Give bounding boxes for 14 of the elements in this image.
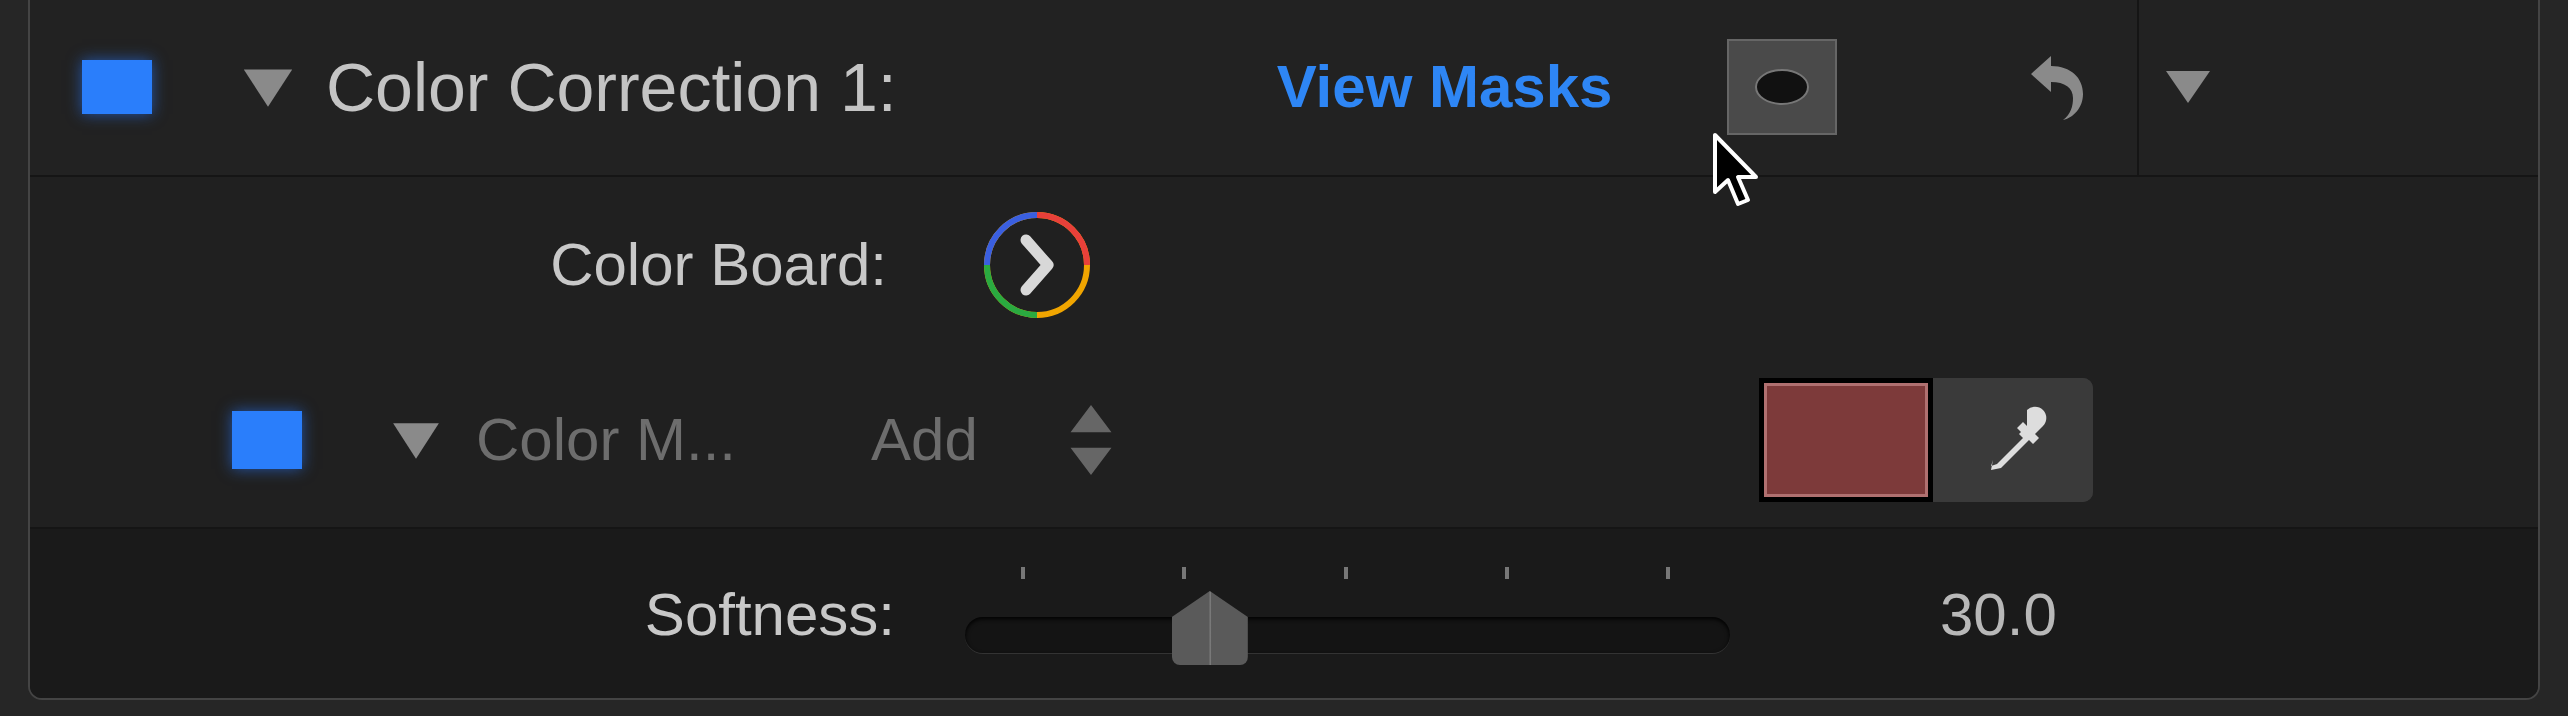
shape-mask-button[interactable] xyxy=(1727,38,1838,135)
color-swatch[interactable] xyxy=(1758,377,1933,502)
view-masks-link[interactable]: View Masks xyxy=(1276,52,1613,121)
blend-mode-popup[interactable]: Add xyxy=(871,405,978,474)
eyedropper-button[interactable] xyxy=(1932,377,2093,502)
section-title: Color Correction 1: xyxy=(326,47,897,126)
color-board-label: Color Board: xyxy=(549,230,887,299)
checkbox[interactable] xyxy=(82,59,152,114)
mask-name: Color M... xyxy=(476,405,737,474)
softness-value: 30.0 xyxy=(1940,579,2057,649)
slider-thumb[interactable] xyxy=(1171,591,1248,665)
softness-label: Softness: xyxy=(643,579,895,649)
checkbox[interactable] xyxy=(232,410,302,469)
color-board-button[interactable] xyxy=(982,209,1092,320)
